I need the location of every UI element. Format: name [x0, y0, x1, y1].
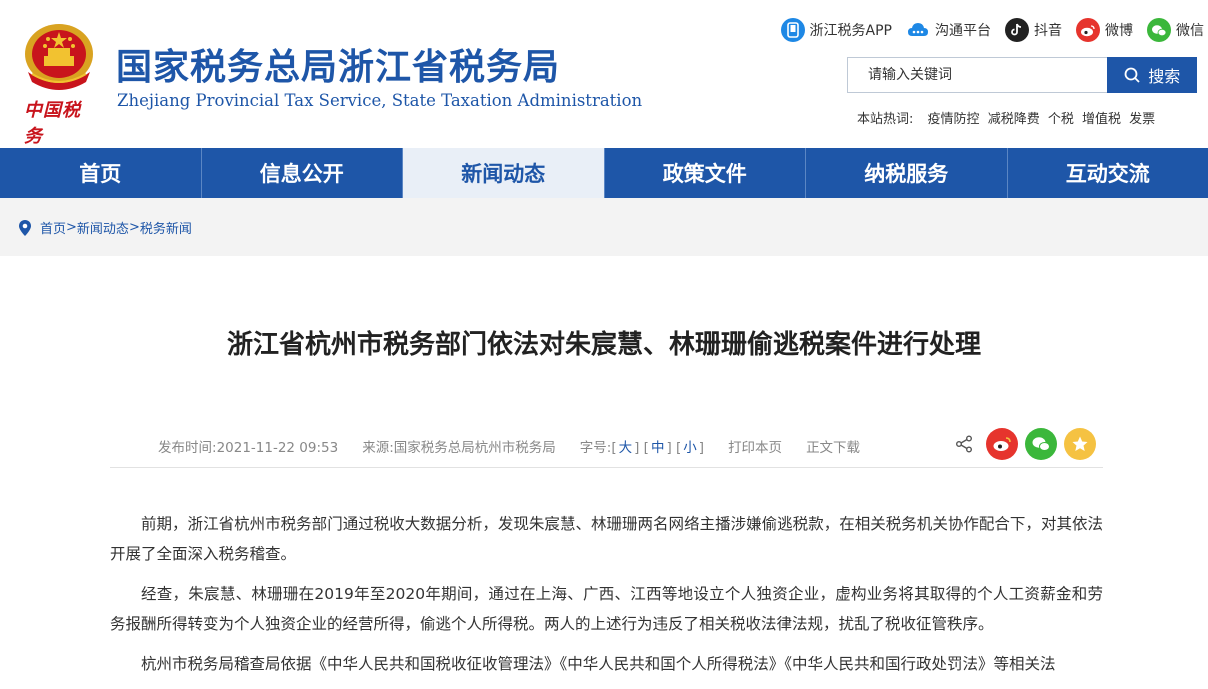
publish-time: 发布时间:2021-11-22 09:53 — [158, 436, 338, 456]
search-icon — [1124, 67, 1140, 83]
font-size-medium[interactable]: 中 — [651, 440, 665, 456]
location-pin-icon — [18, 219, 32, 237]
social-link-weibo[interactable]: 微博 — [1076, 18, 1133, 42]
social-link-platform[interactable]: 沟通平台 — [906, 18, 991, 42]
hot-word[interactable]: 增值税 — [1082, 112, 1121, 127]
search-button-label: 搜索 — [1148, 63, 1180, 87]
share-icon[interactable] — [955, 435, 973, 453]
site-header: 中国税务 国家税务总局浙江省税务局 Zhejiang Provincial Ta… — [0, 0, 1208, 148]
hot-words-label: 本站热词: — [857, 112, 913, 127]
social-link-douyin[interactable]: 抖音 — [1005, 18, 1062, 42]
cloud-chat-icon — [906, 18, 930, 42]
search-bar: 搜索 — [847, 57, 1197, 93]
search-button[interactable]: 搜索 — [1107, 57, 1197, 93]
breadcrumb-tax-news[interactable]: 税务新闻 — [140, 218, 192, 237]
nav-tab-news[interactable]: 新闻动态 — [403, 148, 605, 198]
source-label: 来源: — [362, 440, 394, 456]
share-bar — [955, 428, 1096, 460]
social-link-app[interactable]: 浙江税务APP — [781, 18, 892, 42]
article-source: 来源:国家税务总局杭州市税务局 — [362, 436, 556, 456]
breadcrumb-bar: 首页 > 新闻动态 > 税务新闻 — [0, 198, 1208, 256]
hot-word[interactable]: 减税降费 — [988, 112, 1040, 127]
share-favorite-button[interactable] — [1064, 428, 1096, 460]
article-paragraph: 前期，浙江省杭州市税务部门通过税收大数据分析，发现朱宸慧、林珊珊两名网络主播涉嫌… — [110, 509, 1103, 569]
article-paragraph: 杭州市税务局稽查局依据《中华人民共和国税收征收管理法》《中华人民共和国个人所得税… — [110, 649, 1103, 679]
social-label: 抖音 — [1034, 20, 1062, 40]
social-label: 微博 — [1105, 20, 1133, 40]
douyin-icon — [1005, 18, 1029, 42]
social-label: 浙江税务APP — [810, 20, 892, 40]
fontsize-label: 字号: — [580, 440, 612, 456]
article-body: 前期，浙江省杭州市税务部门通过税收大数据分析，发现朱宸慧、林珊珊两名网络主播涉嫌… — [110, 509, 1103, 689]
phone-app-icon — [781, 18, 805, 42]
publish-time-value: 2021-11-22 09:53 — [217, 440, 339, 456]
site-title[interactable]: 国家税务总局浙江省税务局 — [116, 38, 560, 90]
social-label: 沟通平台 — [935, 20, 991, 40]
hot-word[interactable]: 疫情防控 — [928, 112, 980, 127]
font-size-switcher: 字号:[大] [中] [小] — [580, 436, 704, 456]
hot-words: 本站热词: 疫情防控 减税降费 个税 增值税 发票 — [857, 108, 1159, 127]
font-size-large[interactable]: 大 — [619, 440, 633, 456]
nav-tab-interaction[interactable]: 互动交流 — [1008, 148, 1208, 198]
site-subtitle: Zhejiang Provincial Tax Service, State T… — [117, 91, 642, 110]
meta-divider — [110, 467, 1103, 468]
social-link-wechat[interactable]: 微信 — [1147, 18, 1204, 42]
breadcrumb: 首页 > 新闻动态 > 税务新闻 — [18, 218, 192, 237]
article-title: 浙江省杭州市税务部门依法对朱宸慧、林珊珊偷逃税案件进行处理 — [0, 324, 1208, 361]
nav-tab-home[interactable]: 首页 — [0, 148, 202, 198]
hot-word[interactable]: 发票 — [1129, 112, 1155, 127]
nav-tab-service[interactable]: 纳税服务 — [806, 148, 1008, 198]
breadcrumb-news[interactable]: 新闻动态 — [77, 218, 129, 237]
star-icon — [1071, 435, 1089, 453]
china-tax-seal: 中国税务 — [24, 96, 96, 122]
print-link[interactable]: 打印本页 — [728, 436, 782, 456]
breadcrumb-home[interactable]: 首页 — [40, 218, 66, 237]
article-meta: 发布时间:2021-11-22 09:53 来源:国家税务总局杭州市税务局 字号… — [158, 436, 884, 456]
main-nav: 首页 信息公开 新闻动态 政策文件 纳税服务 互动交流 — [0, 148, 1208, 198]
search-input[interactable] — [847, 57, 1107, 93]
wechat-icon — [1147, 18, 1171, 42]
source-value: 国家税务总局杭州市税务局 — [394, 440, 556, 456]
social-links: 浙江税务APP 沟通平台 抖音 微博 微信 — [767, 18, 1204, 42]
social-label: 微信 — [1176, 20, 1204, 40]
share-weibo-button[interactable] — [986, 428, 1018, 460]
national-emblem-icon[interactable] — [18, 22, 100, 92]
nav-tab-policy[interactable]: 政策文件 — [605, 148, 807, 198]
share-wechat-button[interactable] — [1025, 428, 1057, 460]
weibo-icon — [992, 436, 1012, 452]
weibo-icon — [1076, 18, 1100, 42]
font-size-small[interactable]: 小 — [683, 440, 697, 456]
article-paragraph: 经查，朱宸慧、林珊珊在2019年至2020年期间，通过在上海、广西、江西等地设立… — [110, 579, 1103, 639]
publish-label: 发布时间: — [158, 440, 217, 456]
download-link[interactable]: 正文下载 — [806, 436, 860, 456]
hot-word[interactable]: 个税 — [1048, 112, 1074, 127]
wechat-icon — [1031, 436, 1051, 452]
breadcrumb-separator: > — [66, 220, 77, 235]
breadcrumb-separator: > — [129, 220, 140, 235]
nav-tab-info[interactable]: 信息公开 — [202, 148, 404, 198]
